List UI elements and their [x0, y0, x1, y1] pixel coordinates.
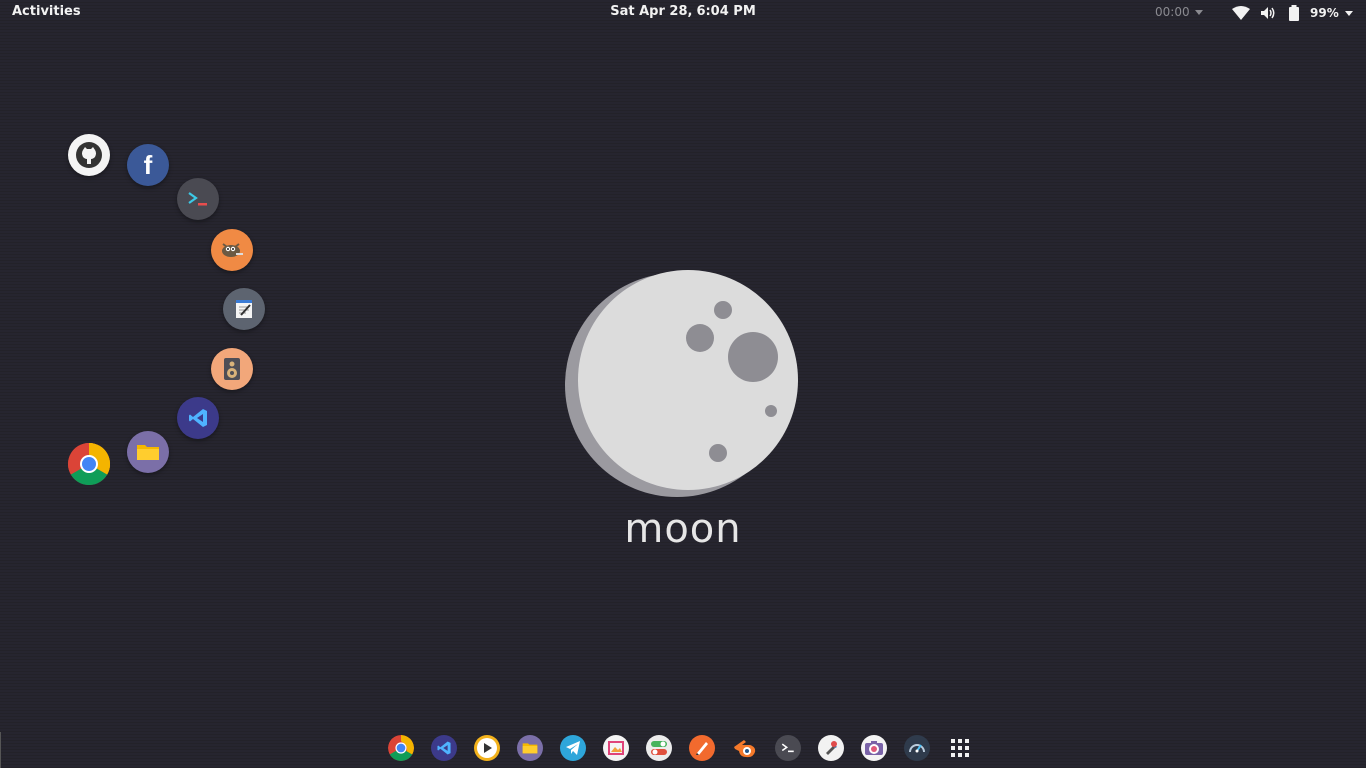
terminal-icon — [781, 743, 794, 753]
files-icon — [522, 743, 538, 754]
dock-inkscape[interactable] — [689, 735, 715, 761]
speedometer-icon — [909, 744, 925, 753]
vscode-launcher[interactable] — [177, 397, 219, 439]
desktop: Activities Sat Apr 28,6:04 PM 00:00 99% — [0, 0, 1366, 768]
dock-telegram[interactable] — [560, 735, 586, 761]
dock-blender[interactable] — [732, 735, 758, 761]
settings-toggle-icon — [651, 741, 667, 755]
battery-icon — [1288, 5, 1300, 21]
system-tray[interactable]: 99% — [1232, 3, 1353, 23]
dock-media-player[interactable] — [474, 735, 500, 761]
media-player-icon — [477, 738, 497, 758]
facebook-launcher[interactable]: f — [127, 144, 169, 186]
terminal-icon — [188, 192, 207, 206]
volume-icon — [1260, 6, 1278, 20]
dock-chrome[interactable] — [388, 735, 414, 761]
chrome-launcher[interactable] — [68, 443, 110, 485]
telegram-icon — [566, 741, 580, 755]
camera-icon — [865, 741, 883, 755]
clock-date: Sat Apr 28, — [610, 4, 693, 19]
app-grid-icon — [951, 739, 969, 757]
dock — [388, 731, 990, 765]
gimp-launcher[interactable] — [211, 229, 253, 271]
chevron-down-icon — [1194, 10, 1203, 15]
moon-logo-text: moon — [624, 506, 742, 552]
clock-time: 6:04 PM — [696, 4, 756, 19]
dock-speedometer[interactable] — [904, 735, 930, 761]
vscode-icon — [189, 409, 207, 427]
dock-settings-toggle[interactable] — [646, 735, 672, 761]
blender-icon — [734, 740, 756, 758]
dock-files[interactable] — [517, 735, 543, 761]
hot-corner-edge — [0, 732, 5, 768]
text-editor-launcher[interactable] — [223, 288, 265, 330]
tool-icon — [826, 741, 837, 755]
dock-vscode[interactable] — [431, 735, 457, 761]
terminal-launcher[interactable] — [177, 178, 219, 220]
facebook-icon: f — [143, 149, 153, 180]
moon-logo — [565, 270, 798, 497]
files-icon — [137, 445, 159, 460]
wifi-icon — [1232, 6, 1250, 20]
dock-terminal[interactable] — [775, 735, 801, 761]
github-launcher[interactable] — [68, 134, 110, 176]
image-viewer-icon — [608, 741, 624, 755]
dock-tool[interactable] — [818, 735, 844, 761]
timer-value: 00:00 — [1155, 5, 1190, 19]
chevron-down-icon — [1344, 10, 1353, 16]
chrome-icon — [388, 735, 414, 761]
vscode-icon — [437, 741, 451, 755]
audio-launcher[interactable] — [211, 348, 253, 390]
chrome-icon — [68, 443, 110, 485]
battery-percent: 99% — [1310, 6, 1339, 20]
top-bar: Activities Sat Apr 28, 6:04 PM 00:00 99% — [0, 0, 1366, 25]
gimp-icon — [222, 243, 243, 257]
github-icon — [76, 142, 102, 168]
files-launcher[interactable] — [127, 431, 169, 473]
inkscape-icon — [696, 742, 708, 755]
text-editor-icon — [236, 300, 252, 318]
speaker-icon — [224, 358, 240, 380]
dock-camera[interactable] — [861, 735, 887, 761]
dock-app-grid[interactable] — [947, 735, 973, 761]
dock-image-viewer[interactable] — [603, 735, 629, 761]
timer-indicator[interactable]: 00:00 — [1155, 5, 1203, 19]
